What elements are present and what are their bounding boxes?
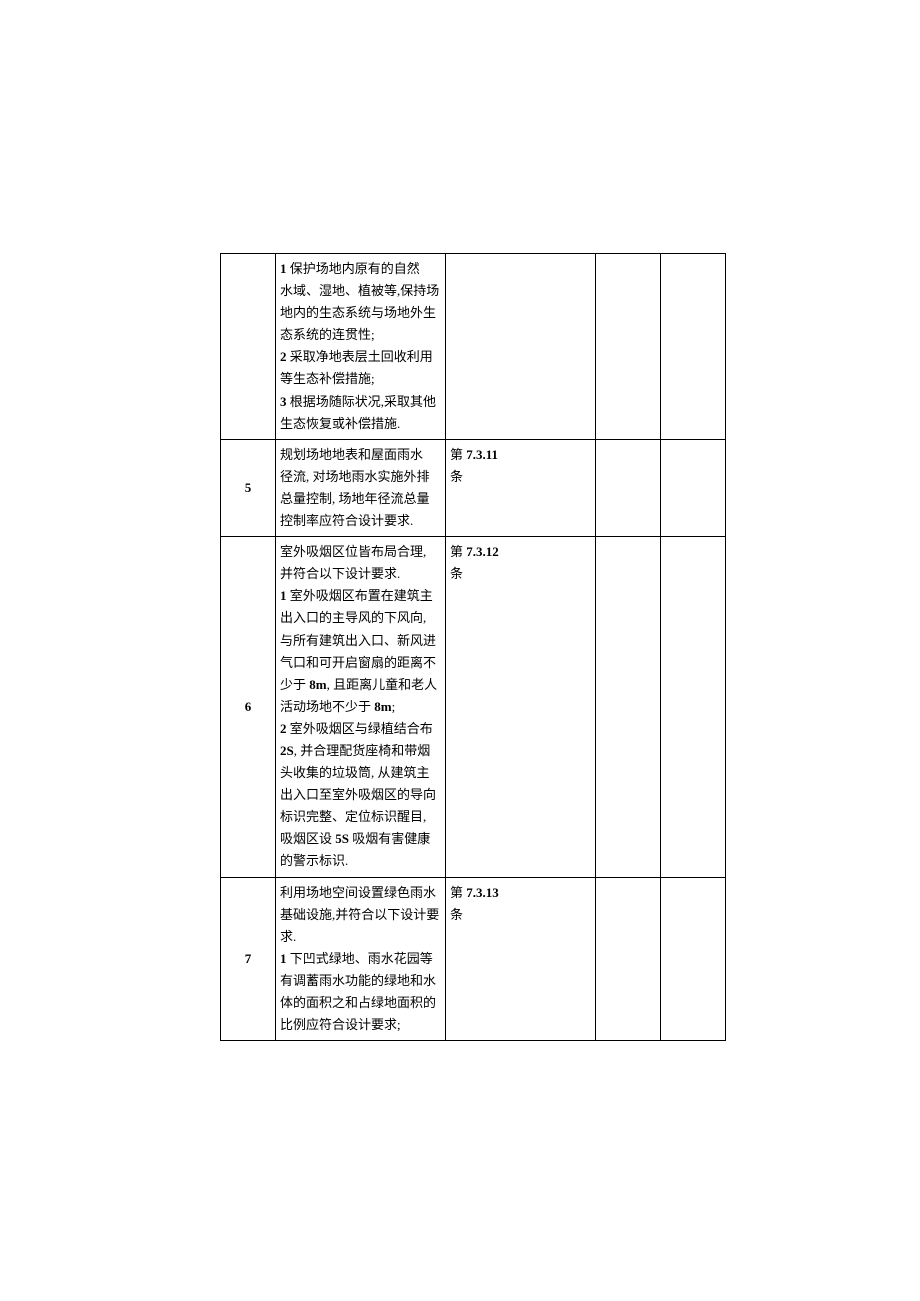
row-col5: [661, 254, 726, 440]
table-row: 7利用场地空间设置绿色雨水基础设施,并符合以下设计要求.1 下凹式绿地、雨水花园…: [221, 877, 726, 1041]
row-col4: [596, 254, 661, 440]
row-description: 规划场地地表和屋面雨水径流, 对场地雨水实施外排总量控制, 场地年径流总量控制率…: [276, 439, 446, 536]
row-reference: 第 7.3.11条: [446, 439, 596, 536]
row-number: 6: [221, 537, 276, 877]
row-description: 利用场地空间设置绿色雨水基础设施,并符合以下设计要求.1 下凹式绿地、雨水花园等…: [276, 877, 446, 1041]
table-row: 6室外吸烟区位皆布局合理, 并符合以下设计要求.1 室外吸烟区布置在建筑主出入口…: [221, 537, 726, 877]
document-page: 1 保护场地内原有的自然水域、湿地、植被等,保持场地内的生态系统与场地外生态系统…: [0, 0, 920, 1301]
row-number: 5: [221, 439, 276, 536]
row-number: 7: [221, 877, 276, 1041]
row-number: [221, 254, 276, 440]
row-col4: [596, 877, 661, 1041]
row-col4: [596, 537, 661, 877]
row-col5: [661, 537, 726, 877]
row-col4: [596, 439, 661, 536]
row-description: 室外吸烟区位皆布局合理, 并符合以下设计要求.1 室外吸烟区布置在建筑主出入口的…: [276, 537, 446, 877]
spec-table: 1 保护场地内原有的自然水域、湿地、植被等,保持场地内的生态系统与场地外生态系统…: [220, 253, 726, 1041]
row-reference: 第 7.3.12条: [446, 537, 596, 877]
row-col5: [661, 439, 726, 536]
row-description: 1 保护场地内原有的自然水域、湿地、植被等,保持场地内的生态系统与场地外生态系统…: [276, 254, 446, 440]
table-row: 1 保护场地内原有的自然水域、湿地、植被等,保持场地内的生态系统与场地外生态系统…: [221, 254, 726, 440]
row-col5: [661, 877, 726, 1041]
row-reference: 第 7.3.13条: [446, 877, 596, 1041]
row-reference: [446, 254, 596, 440]
table-row: 5规划场地地表和屋面雨水径流, 对场地雨水实施外排总量控制, 场地年径流总量控制…: [221, 439, 726, 536]
